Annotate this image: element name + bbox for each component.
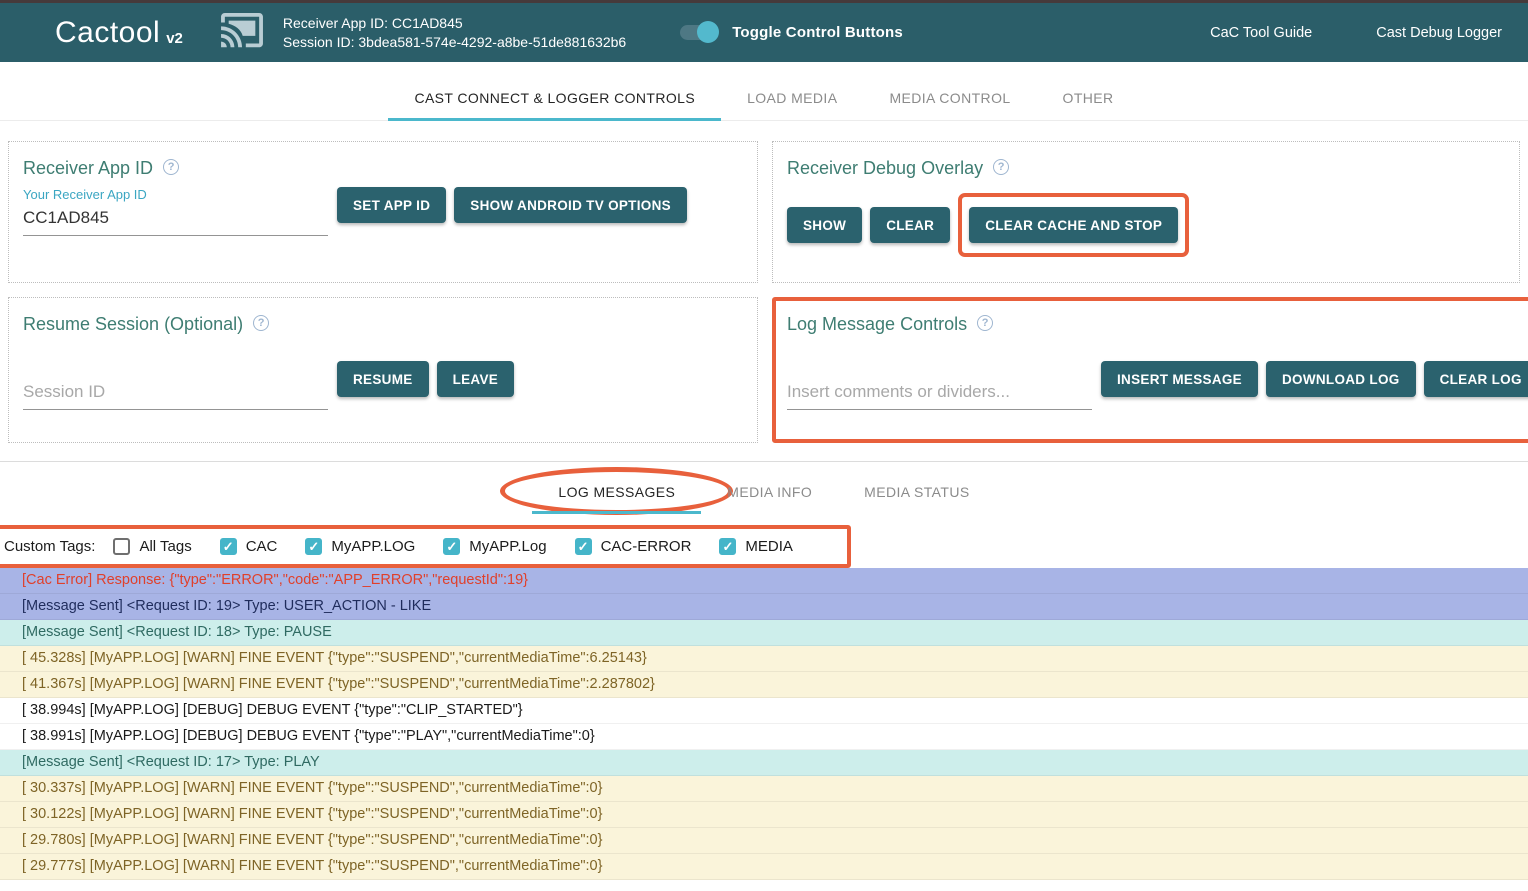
tab-media-control[interactable]: MEDIA CONTROL [863,75,1036,120]
panel-title-receiver-debug-overlay: Receiver Debug Overlay [787,158,983,179]
checkbox-cac-error[interactable]: CAC-ERROR [575,538,692,555]
log-row: [ 29.780s] [MyAPP.LOG] [WARN] FINE EVENT… [0,828,1528,854]
checkbox-label: CAC-ERROR [601,538,692,555]
toggle-knob[interactable] [697,21,719,43]
panel-resume-session: Resume Session (Optional) RESUME LEAVE [8,297,758,443]
toggle-track[interactable] [680,25,716,40]
panel-receiver-app-id: Receiver App ID Your Receiver App ID SET… [8,141,758,283]
receiver-app-id-input-label: Your Receiver App ID [23,187,328,202]
show-android-tv-options-button[interactable]: SHOW ANDROID TV OPTIONS [454,187,687,223]
link-cac-tool-guide[interactable]: CaC Tool Guide [1210,25,1312,41]
tab-cast-connect-logger-controls[interactable]: CAST CONNECT & LOGGER CONTROLS [388,75,721,120]
link-cast-debug-logger[interactable]: Cast Debug Logger [1376,25,1502,41]
app-version: v2 [166,30,183,47]
panel-title-resume-session: Resume Session (Optional) [23,314,243,335]
checkbox-box[interactable] [575,538,592,555]
panel-log-message-controls: Log Message Controls INSERT MESSAGE DOWN… [772,297,1528,443]
checkbox-label: MyAPP.Log [469,538,546,555]
tab-media-status[interactable]: MEDIA STATUS [838,484,995,500]
checkbox-myapp-log-upper[interactable]: MyAPP.LOG [305,538,415,555]
checkbox-cac[interactable]: CAC [220,538,278,555]
checkbox-label: All Tags [139,538,191,555]
log-row: [ 45.328s] [MyAPP.LOG] [WARN] FINE EVENT… [0,646,1528,672]
clear-log-button[interactable]: CLEAR LOG [1424,361,1528,397]
checkbox-box[interactable] [220,538,237,555]
controls-section: Receiver App ID Your Receiver App ID SET… [0,121,1528,461]
clear-cache-and-stop-button[interactable]: CLEAR CACHE AND STOP [969,207,1178,243]
main-tab-bar: CAST CONNECT & LOGGER CONTROLS LOAD MEDI… [0,75,1528,121]
log-row: [ 41.367s] [MyAPP.LOG] [WARN] FINE EVENT… [0,672,1528,698]
log-row: [ 38.991s] [MyAPP.LOG] [DEBUG] DEBUG EVE… [0,724,1528,750]
panel-title-receiver-app-id: Receiver App ID [23,158,153,179]
set-app-id-button[interactable]: SET APP ID [337,187,446,223]
checkbox-label: MEDIA [745,538,793,555]
leave-button[interactable]: LEAVE [437,361,515,397]
log-message-list: [Cac Error] Response: {"type":"ERROR","c… [0,568,1528,880]
help-icon[interactable] [163,159,179,175]
log-row: [Message Sent] <Request ID: 18> Type: PA… [0,620,1528,646]
checkbox-all-tags[interactable]: All Tags [113,538,191,555]
custom-tags-label: Custom Tags: [4,538,95,555]
custom-tags-bar: Custom Tags: All Tags CAC MyAPP.LOG MyAP… [0,525,851,568]
panel-receiver-debug-overlay: Receiver Debug Overlay SHOW CLEAR CLEAR … [772,141,1520,283]
checkbox-box[interactable] [443,538,460,555]
log-row: [Message Sent] <Request ID: 19> Type: US… [0,594,1528,620]
log-row: [Message Sent] <Request ID: 17> Type: PL… [0,750,1528,776]
session-id-text: Session ID: 3bdea581-574e-4292-a8be-51de… [283,33,626,52]
help-icon[interactable] [253,315,269,331]
insert-comment-input[interactable] [787,378,1092,410]
annotation-clear-cache-highlight: CLEAR CACHE AND STOP [958,193,1189,257]
receiver-app-id-text: Receiver App ID: CC1AD845 [283,14,626,33]
help-icon[interactable] [993,159,1009,175]
show-overlay-button[interactable]: SHOW [787,207,862,243]
checkbox-box[interactable] [113,538,130,555]
checkbox-myapp-log-mixed[interactable]: MyAPP.Log [443,538,546,555]
toggle-label: Toggle Control Buttons [732,24,903,41]
tab-log-messages[interactable]: LOG MESSAGES [532,484,701,500]
checkbox-box[interactable] [719,538,736,555]
log-row: [ 30.337s] [MyAPP.LOG] [WARN] FINE EVENT… [0,776,1528,802]
log-row: [ 30.122s] [MyAPP.LOG] [WARN] FINE EVENT… [0,802,1528,828]
tab-load-media[interactable]: LOAD MEDIA [721,75,863,120]
cast-icon [219,13,265,53]
clear-overlay-button[interactable]: CLEAR [870,207,950,243]
tab-media-info[interactable]: MEDIA INFO [701,484,838,500]
tab-other[interactable]: OTHER [1037,75,1140,120]
panel-title-log-message-controls: Log Message Controls [787,314,967,335]
log-tab-bar: LOG MESSAGES MEDIA INFO MEDIA STATUS [0,461,1528,521]
session-id-input[interactable] [23,378,328,410]
app-title: Cactool [55,16,160,50]
checkbox-box[interactable] [305,538,322,555]
download-log-button[interactable]: DOWNLOAD LOG [1266,361,1416,397]
log-row: [ 29.777s] [MyAPP.LOG] [WARN] FINE EVENT… [0,854,1528,880]
checkbox-media[interactable]: MEDIA [719,538,793,555]
control-buttons-toggle[interactable] [680,25,716,40]
receiver-app-id-input[interactable] [23,204,328,236]
checkbox-label: CAC [246,538,278,555]
log-row: [Cac Error] Response: {"type":"ERROR","c… [0,568,1528,594]
header-links: CaC Tool Guide Cast Debug Logger [1210,25,1502,41]
checkbox-label: MyAPP.LOG [331,538,415,555]
app-header: Cactool v2 Receiver App ID: CC1AD845 Ses… [0,3,1528,62]
log-row: [ 38.994s] [MyAPP.LOG] [DEBUG] DEBUG EVE… [0,698,1528,724]
help-icon[interactable] [977,315,993,331]
insert-message-button[interactable]: INSERT MESSAGE [1101,361,1258,397]
resume-button[interactable]: RESUME [337,361,429,397]
